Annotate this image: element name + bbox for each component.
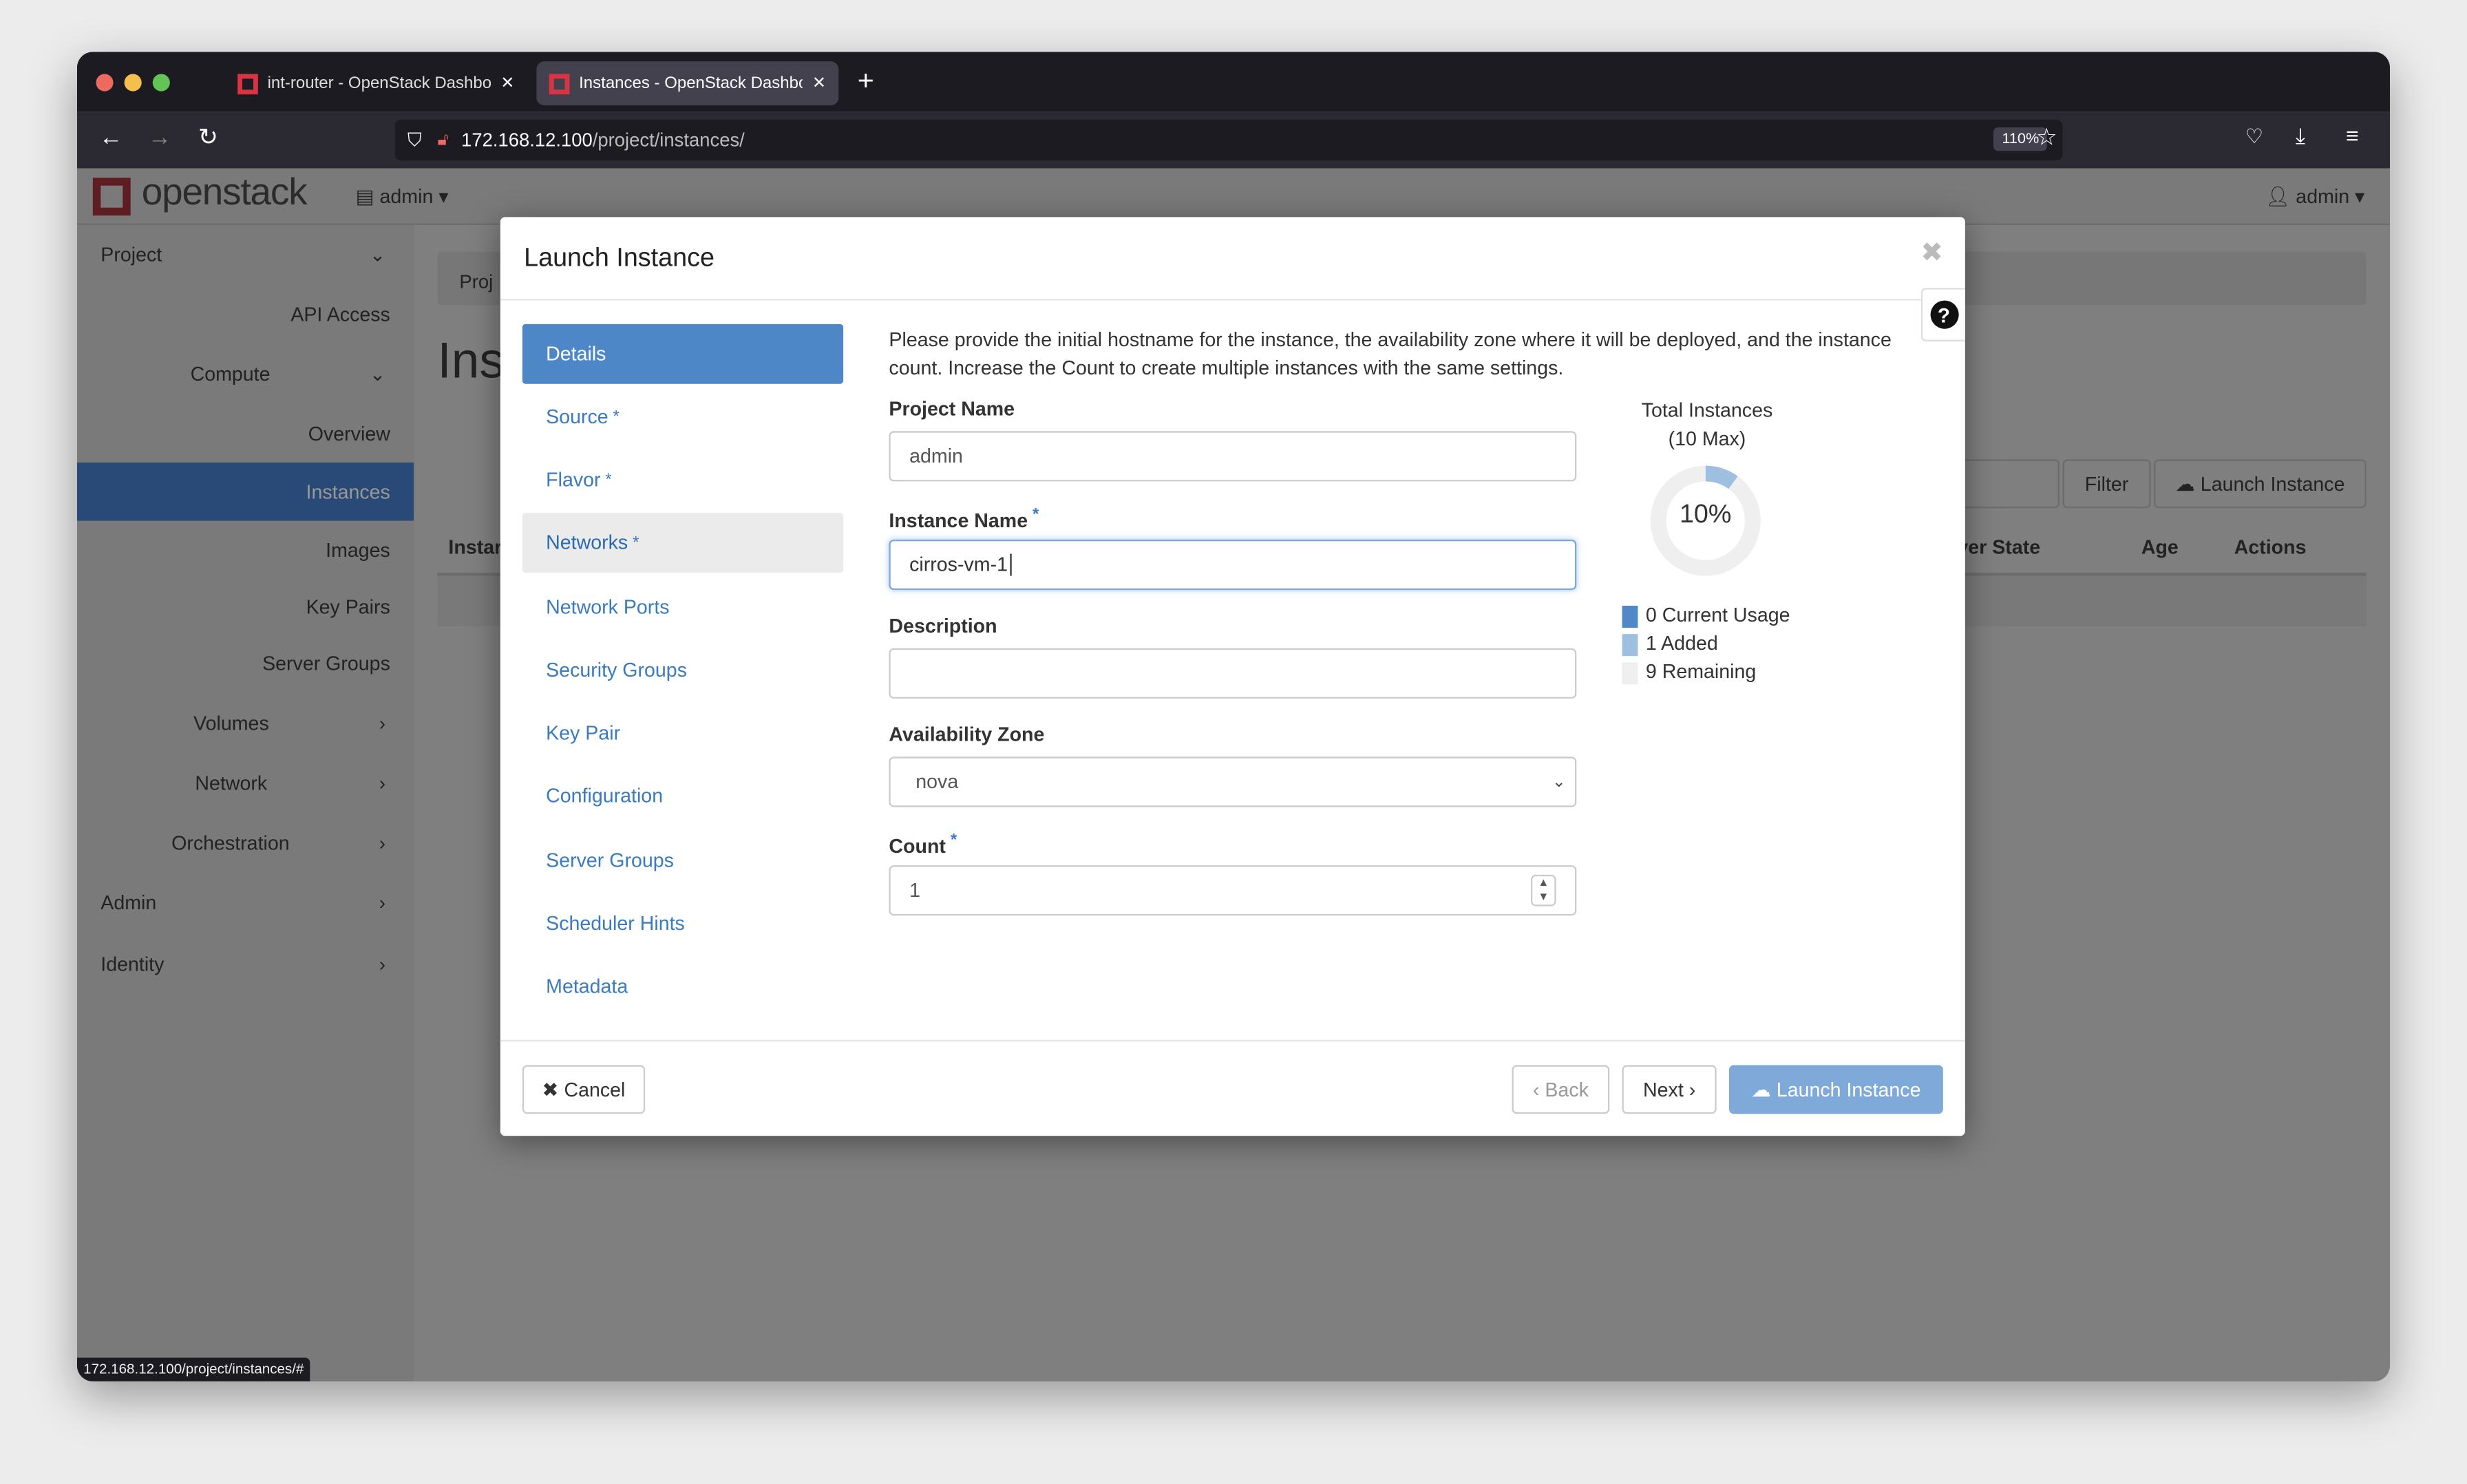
chevron-down-icon: ⌄ [1552, 773, 1566, 791]
bookmark-star-icon[interactable]: ☆ [2036, 123, 2057, 151]
chevron-right-icon: › [379, 712, 385, 734]
nav-security-groups[interactable]: Security Groups [522, 640, 843, 700]
column-header-age: Age [2141, 536, 2179, 559]
insecure-lock-icon: 🔓︎ [437, 129, 449, 149]
shield-icon: ⛉ [407, 128, 422, 151]
availability-zone-select[interactable]: nova ⌄ [889, 756, 1577, 807]
nav-details[interactable]: Details [522, 324, 844, 384]
browser-tab[interactable]: int-router - OpenStack Dashboard ✕ [225, 61, 527, 105]
forward-icon[interactable]: → [148, 125, 171, 151]
intro-text: Please provide the initial hostname for … [889, 328, 1892, 379]
next-button[interactable]: Next › [1622, 1065, 1717, 1114]
project-name-field: admin [889, 431, 1577, 482]
chevron-down-icon: ⌄ [369, 243, 385, 266]
sidebar-item-instances[interactable]: Instances [76, 462, 414, 521]
user-dropdown[interactable]: 👤︎ admin ▾ [2265, 184, 2364, 209]
launch-instance-bg-button[interactable]: ☁︎ Launch Instance [2154, 459, 2367, 509]
instance-name-label: Instance Name * [889, 506, 1039, 532]
nav-network-ports[interactable]: Network Ports [522, 577, 843, 637]
nav-toolbar: ← → ↻ ⛉ 🔓︎ 172.168.12.100/project/instan… [76, 112, 2390, 169]
description-input[interactable] [889, 648, 1577, 699]
nav-flavor[interactable]: Flavor * [522, 450, 843, 510]
stepper-icon[interactable]: ▲ ▼ [1530, 874, 1556, 907]
launch-instance-modal: Launch Instance ✖ ? Details Source * Flav… [500, 217, 1965, 1136]
back-button[interactable]: ‹ Back [1512, 1065, 1610, 1114]
logo[interactable]: openstack [142, 171, 308, 215]
help-button[interactable]: ? [1920, 288, 1965, 341]
chevron-right-icon: › [379, 952, 385, 975]
minimize-window-button[interactable] [124, 74, 142, 92]
description-label: Description [889, 615, 997, 637]
nav-source[interactable]: Source * [522, 387, 843, 447]
filter-button[interactable]: Filter [2062, 459, 2151, 509]
nav-server-groups[interactable]: Server Groups [522, 831, 843, 891]
sidebar-item-key-pairs[interactable]: Key Pairs [77, 577, 414, 636]
openstack-favicon-icon [237, 73, 258, 94]
nav-scheduler-hints[interactable]: Scheduler Hints [522, 893, 843, 953]
nav-configuration[interactable]: Configuration [522, 766, 843, 826]
reload-icon[interactable]: ↻ [198, 123, 218, 151]
sidebar-item-overview[interactable]: Overview [77, 404, 414, 463]
modal-title: Launch Instance [524, 244, 714, 273]
maximize-window-button[interactable] [152, 74, 170, 92]
count-label: Count * [889, 832, 957, 858]
chevron-right-icon: › [379, 831, 385, 854]
project-dropdown[interactable]: ▤ admin ▾ [356, 184, 449, 208]
chart-title: Total Instances (10 Max) [1641, 399, 1773, 450]
footer-divider [500, 1039, 1965, 1042]
pocket-icon[interactable]: ♡ [2245, 125, 2264, 150]
chevron-right-icon: › [379, 772, 385, 794]
project-name-label: Project Name [889, 398, 1015, 421]
sidebar-item-orchestration[interactable]: Orchestration › [77, 814, 414, 872]
sidebar: Project ⌄ API Access Compute ⌄ Overview In… [76, 224, 414, 1381]
nav-metadata[interactable]: Metadata [522, 957, 843, 1017]
back-icon[interactable]: ← [99, 125, 123, 151]
launch-instance-button[interactable]: ☁︎ Launch Instance [1728, 1065, 1943, 1114]
instance-name-input[interactable]: cirros-vm-1 [889, 539, 1577, 591]
close-icon[interactable]: ✖ [1920, 237, 1943, 269]
legend-added: 1 Added [1622, 629, 1790, 657]
sidebar-item-project[interactable]: Project ⌄ [77, 225, 414, 284]
sidebar-item-compute[interactable]: Compute ⌄ [77, 345, 414, 403]
sidebar-item-volumes[interactable]: Volumes › [77, 694, 414, 752]
modal-header: Launch Instance ✖ [500, 217, 1965, 301]
count-input[interactable]: 1 ▲ ▼ [889, 865, 1577, 916]
column-header-power-state: ver State [1957, 536, 2041, 559]
legend-current-usage: 0 Current Usage [1622, 601, 1790, 629]
close-window-button[interactable] [96, 74, 114, 92]
nav-key-pair[interactable]: Key Pair [522, 703, 843, 763]
cancel-button[interactable]: ✖ Cancel [522, 1065, 646, 1114]
sidebar-item-identity[interactable]: Identity › [77, 935, 414, 993]
close-tab-icon[interactable]: ✕ [812, 74, 826, 92]
status-bar-url: 172.168.12.100/project/instances/# [76, 1357, 310, 1381]
donut-percent-label: 10% [1679, 500, 1732, 529]
tab-bar: int-router - OpenStack Dashboard ✕ Instan… [76, 52, 2390, 112]
new-tab-button[interactable]: + [858, 65, 874, 98]
openstack-logo-icon [92, 178, 131, 216]
sidebar-item-admin[interactable]: Admin › [77, 873, 414, 932]
download-icon[interactable]: ⤓ [2296, 123, 2305, 149]
help-icon: ? [1929, 300, 1958, 329]
availability-zone-label: Availability Zone [889, 723, 1045, 746]
page-title: Ins [437, 332, 505, 389]
sidebar-item-images[interactable]: Images [77, 521, 414, 580]
nav-networks[interactable]: Networks * [522, 513, 844, 573]
column-header: Instar [448, 536, 502, 559]
cancel-x-icon: ✖ [542, 1079, 559, 1101]
url-bar[interactable]: ⛉ 🔓︎ 172.168.12.100/project/instances/ 1… [394, 119, 2063, 161]
column-header-actions: Actions [2234, 536, 2307, 559]
sidebar-item-network[interactable]: Network › [77, 754, 414, 812]
legend-remaining: 9 Remaining [1622, 657, 1790, 686]
chevron-right-icon: › [379, 891, 385, 913]
chart-legend: 0 Current Usage 1 Added 9 Remaining [1622, 601, 1790, 686]
sidebar-item-api-access[interactable]: API Access [77, 285, 414, 343]
cloud-upload-icon: ☁︎ [1751, 1079, 1771, 1101]
sidebar-item-server-groups[interactable]: Server Groups [77, 634, 414, 692]
browser-tab-active[interactable]: Instances - OpenStack Dashboard✕ [536, 61, 839, 106]
close-tab-icon[interactable]: ✕ [500, 74, 514, 92]
menu-icon[interactable]: ≡ [2346, 123, 2359, 148]
chevron-down-icon: ⌄ [369, 362, 385, 385]
openstack-favicon-icon [549, 73, 570, 94]
